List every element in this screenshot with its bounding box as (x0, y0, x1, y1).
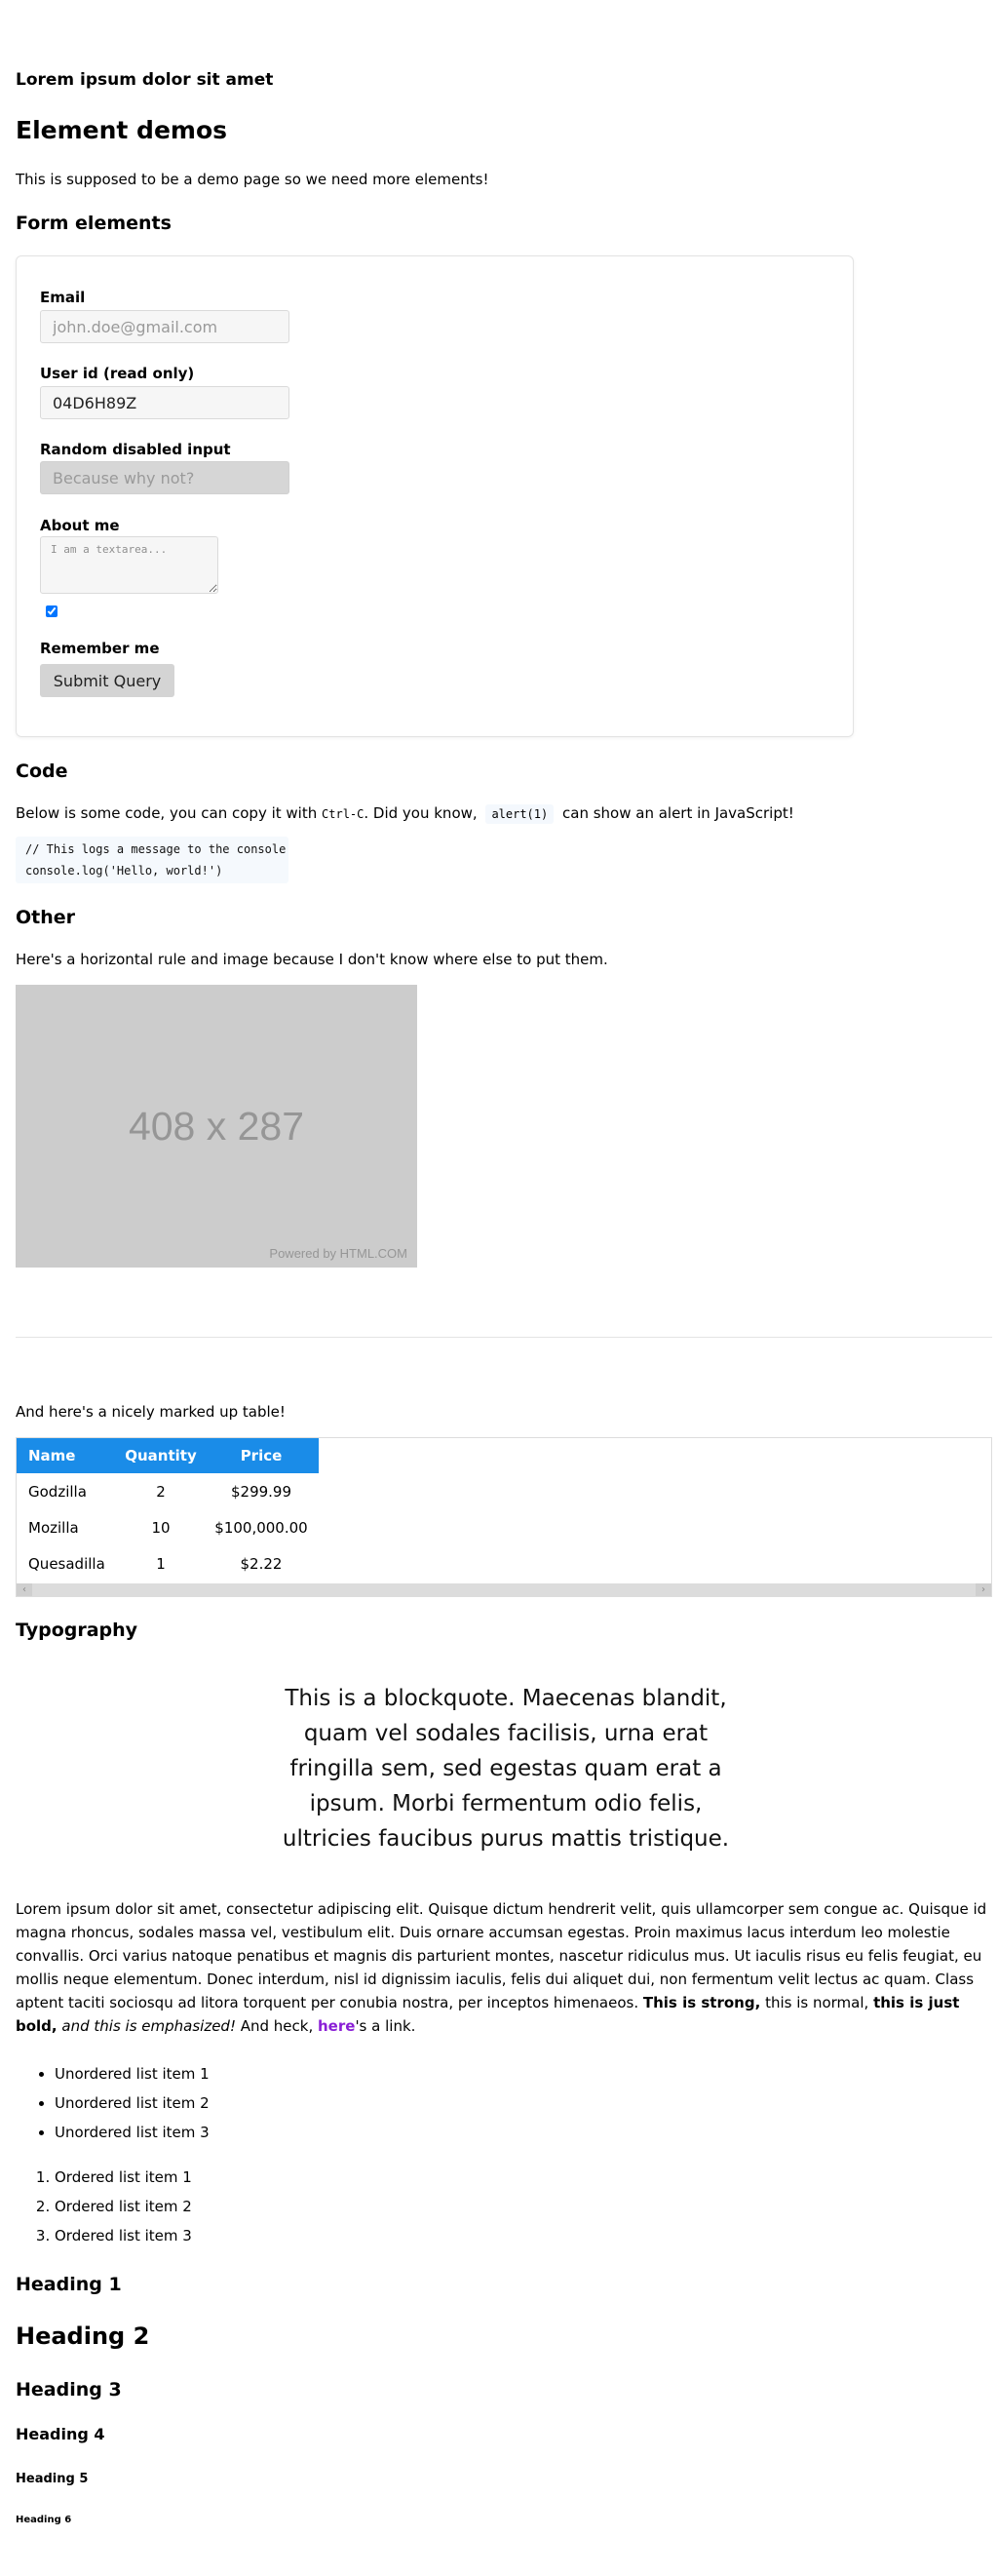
column-header-name: Name (17, 1438, 118, 1473)
demo-form: Email User id (read only) Random disable… (16, 255, 854, 737)
code-line-2: console.log('Hello, world!') (25, 864, 223, 878)
typography-heading: Typography (16, 1620, 138, 1641)
unordered-list: Unordered list item 1 Unordered list ite… (16, 2059, 210, 2147)
disabled-input-label: Random disabled input (40, 441, 231, 458)
normal-text: this is normal, (760, 1994, 874, 2011)
lorem-paragraph: Lorem ipsum dolor sit amet, consectetur … (16, 1897, 992, 2038)
ordered-list: Ordered list item 1 Ordered list item 2 … (16, 2163, 192, 2250)
cell-name: Mozilla (28, 1518, 79, 1537)
list-item: Ordered list item 2 (55, 2192, 192, 2221)
code-block[interactable]: // This logs a message to the console co… (16, 837, 288, 883)
list-item: Unordered list item 2 (55, 2088, 210, 2118)
table-container[interactable]: Name Quantity Price Godzilla 2 $299.99 M… (16, 1437, 992, 1597)
strong-text: This is strong, (642, 1994, 761, 2011)
scroll-right-icon[interactable]: › (976, 1583, 991, 1596)
list-item: Unordered list item 1 (55, 2059, 210, 2088)
heading-1: Heading 1 (16, 2274, 122, 2295)
userid-label: User id (read only) (40, 365, 195, 382)
code-text-2: . Did you know, (364, 804, 482, 822)
image-size-text: 408 x 287 (128, 1104, 305, 1149)
code-heading: Code (16, 761, 68, 782)
userid-field[interactable] (40, 386, 289, 419)
submit-button[interactable]: Submit Query (40, 664, 174, 697)
list-item: Ordered list item 1 (55, 2163, 192, 2192)
table-row: Quesadilla 1 $2.22 (17, 1545, 319, 1581)
code-text-3: can show an alert in JavaScript! (557, 804, 794, 822)
remember-label[interactable]: Remember me (40, 639, 160, 658)
column-header-quantity: Quantity (118, 1438, 204, 1473)
intro-text: This is supposed to be a demo page so we… (16, 171, 489, 188)
table-intro: And here's a nicely marked up table! (16, 1403, 286, 1421)
column-header-price: Price (204, 1438, 319, 1473)
scroll-left-icon[interactable]: ‹ (17, 1583, 32, 1596)
other-heading: Other (16, 907, 76, 928)
list-item: Ordered list item 3 (55, 2221, 192, 2250)
heading-3: Heading 3 (16, 2379, 122, 2400)
code-text-1: Below is some code, you can copy it with (16, 804, 323, 822)
data-table: Name Quantity Price Godzilla 2 $299.99 M… (17, 1438, 319, 1581)
table-row: Mozilla 10 $100,000.00 (17, 1509, 319, 1545)
heading-2: Heading 2 (16, 2322, 150, 2350)
about-textarea[interactable] (40, 536, 218, 594)
heading-6: Heading 6 (16, 2515, 72, 2525)
email-field[interactable] (40, 310, 289, 343)
code-paragraph: Below is some code, you can copy it with… (16, 801, 794, 826)
emphasized-text: and this is emphasized! (61, 2017, 236, 2035)
form-heading: Form elements (16, 213, 172, 234)
cell-name: Godzilla (28, 1482, 87, 1501)
email-label: Email (40, 289, 86, 306)
cell-quantity: 2 (156, 1482, 166, 1501)
table-row: Godzilla 2 $299.99 (17, 1473, 319, 1509)
shortcut-code: Ctrl-C (322, 807, 365, 821)
page-title: Element demos (16, 116, 228, 144)
placeholder-image: 408 x 287 Powered by HTML.COM (16, 985, 417, 1268)
horizontal-rule (16, 1337, 992, 1338)
list-item: Unordered list item 3 (55, 2118, 210, 2147)
link-tail-text: 's a link. (355, 2017, 416, 2035)
blockquote: This is a blockquote. Maecenas blandit, … (282, 1686, 730, 1852)
cell-name: Quesadilla (28, 1554, 105, 1573)
image-credit: Powered by HTML.COM (269, 1246, 407, 1261)
horizontal-scrollbar[interactable]: ‹ › (17, 1583, 991, 1596)
code-line-1: // This logs a message to the console (25, 842, 287, 856)
other-paragraph: Here's a horizontal rule and image becau… (16, 951, 608, 968)
heading-5: Heading 5 (16, 2472, 89, 2486)
table-header-row: Name Quantity Price (17, 1438, 319, 1473)
heading-4: Heading 4 (16, 2425, 105, 2443)
cell-price: $299.99 (230, 1482, 292, 1501)
cell-price: $100,000.00 (214, 1518, 308, 1537)
cell-quantity: 10 (151, 1518, 171, 1537)
cell-price: $2.22 (240, 1554, 283, 1573)
heck-text: And heck, (235, 2017, 318, 2035)
disabled-input (40, 461, 289, 494)
site-title: Lorem ipsum dolor sit amet (16, 70, 274, 90)
inline-code-snippet: alert(1) (485, 804, 555, 824)
about-label: About me (40, 517, 120, 534)
cell-quantity: 1 (156, 1554, 166, 1573)
remember-checkbox[interactable] (46, 605, 58, 617)
here-link[interactable]: here (318, 2017, 355, 2035)
